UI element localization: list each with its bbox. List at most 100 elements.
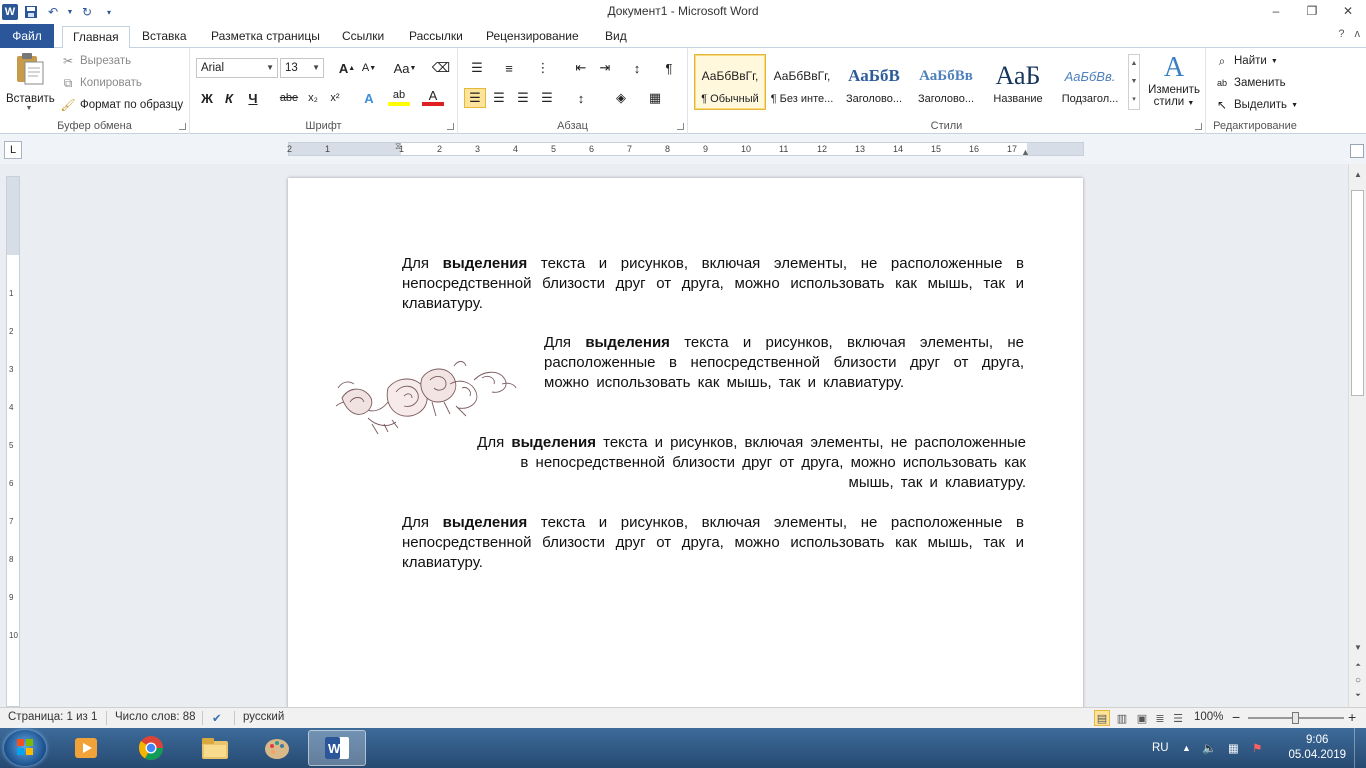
highlight-button[interactable]: ab	[388, 88, 410, 106]
next-page-icon[interactable]: ⏷	[1350, 688, 1366, 704]
tab-view[interactable]: Вид	[595, 26, 637, 48]
indent-marker-icon[interactable]: ⧖	[395, 141, 401, 152]
borders-icon[interactable]: ▦	[644, 88, 666, 108]
paragraph-4[interactable]: Для выделения текста и рисунков, включая…	[402, 513, 1024, 573]
format-painter-button[interactable]: 🖌 Формат по образцу	[60, 97, 183, 113]
show-desktop-button[interactable]	[1354, 728, 1366, 768]
taskbar-word[interactable]: W	[308, 730, 366, 766]
network-icon[interactable]: ▦	[1228, 728, 1239, 768]
print-layout-icon[interactable]: ▤	[1094, 710, 1110, 726]
view-ruler-toggle[interactable]	[1350, 144, 1364, 158]
subscript-button[interactable]: x₂	[302, 88, 324, 108]
tab-home[interactable]: Главная	[62, 26, 130, 49]
align-left-icon[interactable]: ☰	[464, 88, 486, 108]
maximize-button[interactable]: ❐	[1294, 0, 1330, 22]
tab-references[interactable]: Ссылки	[332, 26, 394, 48]
tab-selector[interactable]: L	[4, 141, 22, 159]
help-icon[interactable]: ?	[1338, 28, 1344, 40]
increase-indent-icon[interactable]: ⇥	[594, 58, 616, 78]
style-normal[interactable]: АаБбВвГг, ¶ Обычный	[694, 54, 766, 110]
vertical-ruler[interactable]: 1 2 3 4 5 6 7 8 9 10	[6, 176, 20, 707]
minimize-button[interactable]: ‒	[1258, 0, 1294, 22]
align-center-icon[interactable]: ☰	[488, 88, 510, 108]
paragraph-2[interactable]: Для выделения текста и рисунков, включая…	[544, 333, 1024, 393]
styles-launcher-icon[interactable]	[1195, 123, 1202, 130]
minimize-ribbon-icon[interactable]: ʌ	[1355, 28, 1361, 40]
full-screen-reading-icon[interactable]: ▥	[1114, 710, 1130, 726]
align-right-icon[interactable]: ☰	[512, 88, 534, 108]
draft-icon[interactable]: ☰	[1170, 710, 1186, 726]
line-spacing-icon[interactable]: ↕	[570, 88, 592, 108]
font-color-button[interactable]: A	[422, 88, 444, 106]
taskbar-chrome[interactable]	[122, 730, 180, 766]
change-styles-button[interactable]: A Изменить стили ▼	[1144, 52, 1204, 108]
taskbar-media-player[interactable]	[58, 730, 116, 766]
proofing-icon[interactable]: ✔	[212, 711, 222, 725]
numbering-icon[interactable]: ≡	[498, 58, 520, 78]
scroll-thumb[interactable]	[1351, 190, 1364, 396]
browse-object-icon[interactable]: ○	[1350, 672, 1366, 688]
style-title[interactable]: АаБ Название	[982, 54, 1054, 110]
find-button[interactable]: ⌕ Найти ▼	[1214, 53, 1278, 69]
zoom-level[interactable]: 100%	[1194, 711, 1223, 723]
underline-button[interactable]: Ч	[242, 88, 264, 108]
show-hidden-icons-icon[interactable]: ▲	[1182, 728, 1191, 768]
start-button[interactable]	[4, 730, 46, 766]
sort-icon[interactable]: ↕	[626, 58, 648, 78]
paste-button[interactable]: Вставить ▼	[6, 52, 55, 112]
action-center-icon[interactable]: ⚑	[1252, 728, 1262, 768]
change-case-button[interactable]: Aa ▼	[390, 58, 420, 78]
superscript-button[interactable]: x²	[324, 88, 346, 108]
bold-button[interactable]: Ж	[196, 88, 218, 108]
font-launcher-icon[interactable]	[447, 123, 454, 130]
language-switcher[interactable]: RU	[1152, 728, 1169, 768]
justify-icon[interactable]: ☰	[536, 88, 558, 108]
document-page[interactable]: Для выделения текста и рисунков, включая…	[288, 178, 1083, 707]
page-count[interactable]: Страница: 1 из 1	[8, 711, 97, 723]
style-subtitle[interactable]: АаБбВв. Подзагол...	[1054, 54, 1126, 110]
web-layout-icon[interactable]: ▣	[1134, 710, 1150, 726]
style-heading1[interactable]: АаБбВ Заголово...	[838, 54, 910, 110]
close-button[interactable]: ✕	[1330, 0, 1366, 22]
cut-button[interactable]: ✂ Вырезать	[60, 53, 131, 69]
text-effects-button[interactable]: A	[358, 88, 380, 108]
tab-review[interactable]: Рецензирование	[476, 26, 589, 48]
select-button[interactable]: ↖ Выделить ▼	[1214, 97, 1298, 113]
volume-icon[interactable]: 🔈	[1202, 728, 1216, 768]
scroll-up-icon[interactable]: ▲	[1350, 166, 1366, 182]
copy-button[interactable]: ⧉ Копировать	[60, 75, 142, 91]
italic-button[interactable]: К	[218, 88, 240, 108]
replace-button[interactable]: ab Заменить	[1214, 75, 1286, 91]
style-no-spacing[interactable]: АаБбВвГг, ¶ Без инте...	[766, 54, 838, 110]
strikethrough-button[interactable]: abe	[278, 88, 300, 108]
horizontal-ruler[interactable]: 2 1 1 2 3 4 5 6 7 8 9 10 11 12 13 14 15 16 17 ⧖ ▲	[287, 141, 1084, 157]
style-heading2[interactable]: АаБбВв Заголово...	[910, 54, 982, 110]
tab-mailings[interactable]: Рассылки	[399, 26, 473, 48]
paragraph-3[interactable]: Для выделения текста и рисунков, включая…	[474, 433, 1026, 493]
clock[interactable]: 9:06 05.04.2019	[1288, 733, 1346, 763]
scroll-down-icon[interactable]: ▼	[1350, 639, 1366, 655]
font-name-combo[interactable]: Arial ▼	[196, 58, 278, 78]
language-indicator[interactable]: русский	[243, 711, 284, 723]
tab-file[interactable]: Файл	[0, 24, 54, 48]
outline-icon[interactable]: ≣	[1152, 710, 1168, 726]
multilevel-list-icon[interactable]: ⋮	[532, 58, 554, 78]
decrease-indent-icon[interactable]: ⇤	[570, 58, 592, 78]
zoom-in-button[interactable]: +	[1348, 709, 1356, 725]
show-formatting-marks-button[interactable]: ¶	[658, 58, 680, 78]
right-indent-marker-icon[interactable]: ▲	[1021, 147, 1030, 157]
grow-font-button[interactable]: A ▲	[336, 58, 358, 78]
flower-image[interactable]	[332, 358, 518, 436]
styles-scroll[interactable]: ▲ ▼ ▾	[1128, 54, 1140, 110]
zoom-out-button[interactable]: −	[1232, 709, 1240, 725]
taskbar-explorer[interactable]	[186, 730, 244, 766]
clear-formatting-icon[interactable]: ⌫	[430, 58, 452, 78]
shrink-font-button[interactable]: A ▼	[358, 58, 380, 78]
taskbar-paint[interactable]	[248, 730, 306, 766]
shading-icon[interactable]: ◈	[610, 88, 632, 108]
tab-insert[interactable]: Вставка	[132, 26, 197, 48]
font-size-combo[interactable]: 13 ▼	[280, 58, 324, 78]
zoom-slider-knob[interactable]	[1292, 712, 1299, 724]
word-count[interactable]: Число слов: 88	[115, 711, 196, 723]
paragraph-1[interactable]: Для выделения текста и рисунков, включая…	[402, 254, 1024, 314]
